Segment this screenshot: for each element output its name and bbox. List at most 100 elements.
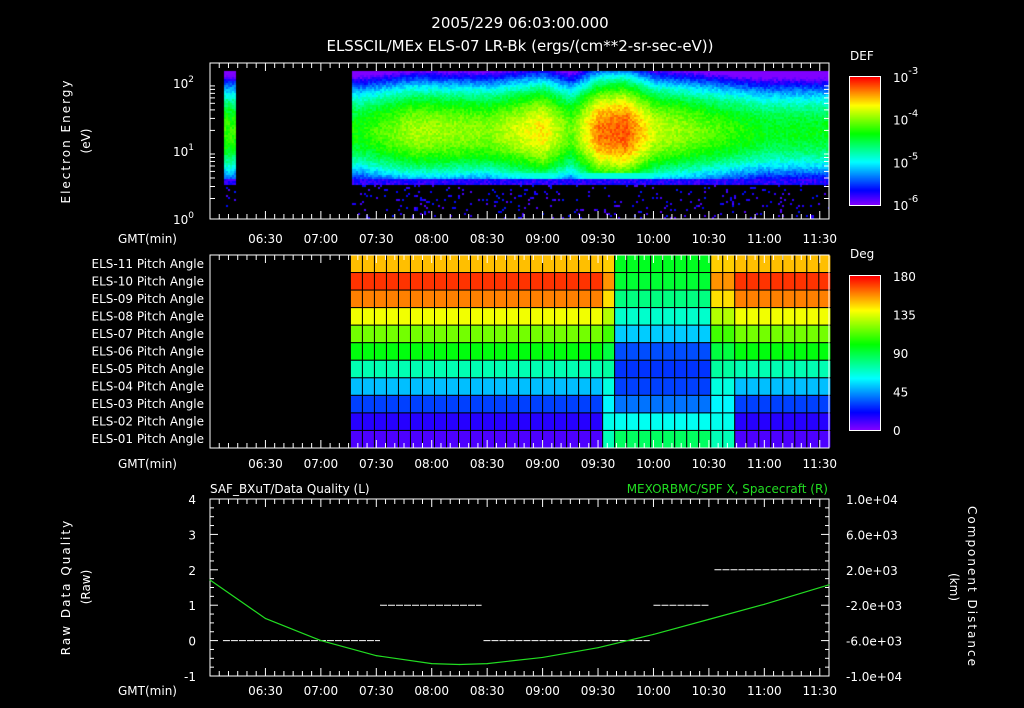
- pitch-angle-cell: [590, 324, 604, 344]
- pitch-angle-cell: [578, 412, 592, 431]
- pitch-angle-cell: [542, 359, 556, 379]
- pitch-angle-cell: [506, 342, 520, 361]
- pitch-angle-cell: [482, 377, 496, 396]
- pitch-angle-cell: [722, 429, 736, 449]
- left-series-title: SAF_BXuT/Data Quality (L): [210, 482, 370, 496]
- pitch-colorbar-title: Deg: [850, 247, 874, 261]
- pitch-angle-cell: [434, 307, 448, 326]
- pitch-angle-cell: [446, 342, 460, 361]
- pitch-angle-cell: [650, 272, 664, 291]
- pitch-angle-cell: [470, 359, 484, 379]
- pitch-angle-cell: [458, 289, 472, 309]
- pitch-angle-cell: [734, 272, 748, 291]
- pitch-angle-cell: [385, 359, 399, 379]
- pitch-angle-cell: [542, 394, 556, 414]
- pitch-angle-cell: [794, 359, 808, 379]
- pitch-angle-cell: [626, 377, 640, 396]
- pitch-angle-cell: [794, 324, 808, 344]
- pitch-angle-cell: [794, 289, 808, 309]
- pitch-row-label: ELS-05 Pitch Angle: [92, 362, 204, 376]
- pitch-angle-cell: [698, 359, 712, 379]
- pitch-angle-cell: [361, 412, 375, 431]
- pitch-angle-cell: [421, 307, 436, 326]
- pitch-angle-cell: [446, 377, 460, 396]
- time-tick-label: 09:30: [581, 232, 616, 246]
- pitch-angle-cell: [506, 412, 520, 431]
- position-point: [828, 584, 830, 586]
- left-tick-label: 4: [188, 493, 196, 507]
- pitch-angle-cell: [434, 342, 448, 361]
- pitch-angle-cell: [590, 272, 604, 291]
- pitch-angle-cell: [662, 377, 676, 396]
- pitch-angle-cell: [602, 377, 616, 396]
- position-point: [375, 655, 377, 657]
- pitch-angle-cell: [470, 272, 484, 291]
- time-tick-label: 11:30: [802, 684, 837, 698]
- time-tick-label: 07:00: [304, 232, 339, 246]
- pitch-angle-cell: [458, 377, 472, 396]
- pitch-angle-cell: [530, 359, 544, 379]
- pitch-angle-cell: [446, 289, 460, 309]
- pitch-angle-cell: [710, 359, 724, 379]
- pitch-angle-cell: [446, 412, 460, 431]
- pitch-angle-cell: [361, 429, 375, 449]
- pitch-angle-cell: [590, 307, 604, 326]
- pitch-angle-cell: [674, 324, 688, 344]
- pitch-angle-cell: [482, 412, 496, 431]
- pitch-angle-cell: [554, 412, 568, 431]
- pitch-angle-cell: [710, 394, 724, 414]
- pitch-colorbar-tick: 180: [893, 270, 916, 284]
- pitch-angle-cell: [421, 429, 436, 449]
- pitch-angle-cell: [409, 377, 423, 396]
- pitch-angle-cell: [566, 412, 580, 431]
- pitch-angle-cell: [506, 377, 520, 396]
- pitch-angle-cell: [385, 412, 399, 431]
- time-tick-label: 07:30: [359, 457, 394, 471]
- pitch-angle-cell: [638, 394, 652, 414]
- pitch-angle-cell: [590, 342, 604, 361]
- pitch-angle-cell: [566, 359, 580, 379]
- pitch-angle-cell: [614, 289, 628, 309]
- time-tick-label: 08:00: [414, 457, 449, 471]
- pitch-angle-cell: [518, 272, 532, 291]
- pitch-angle-cell: [686, 429, 700, 449]
- pitch-angle-cell: [650, 394, 664, 414]
- pitch-angle-cell: [566, 289, 580, 309]
- pitch-angle-cell: [710, 342, 724, 361]
- time-tick-label: 11:00: [747, 684, 782, 698]
- pitch-angle-cell: [662, 359, 676, 379]
- pitch-angle-cell: [662, 272, 676, 291]
- pitch-angle-cell: [770, 359, 784, 379]
- pitch-angle-cell: [421, 342, 436, 361]
- pitch-row-label: ELS-09 Pitch Angle: [92, 292, 204, 306]
- pitch-angle-cell: [758, 307, 772, 326]
- pitch-angle-cell: [421, 324, 436, 344]
- pitch-angle-cell: [578, 324, 592, 344]
- pitch-angle-cell: [397, 394, 411, 414]
- pitch-angle-cell: [470, 307, 484, 326]
- pitch-angle-cell: [530, 272, 544, 291]
- pitch-angle-cell: [542, 254, 556, 274]
- pitch-angle-cell: [590, 429, 604, 449]
- pitch-angle-cell: [782, 289, 796, 309]
- pitch-angle-cell: [698, 377, 712, 396]
- pitch-angle-cell: [554, 272, 568, 291]
- pitch-angle-cell: [782, 429, 796, 449]
- pitch-angle-cell: [385, 272, 399, 291]
- pitch-angle-cell: [650, 289, 664, 309]
- pitch-angle-cell: [794, 394, 808, 414]
- pitch-angle-cell: [349, 272, 363, 291]
- pitch-angle-cell: [397, 359, 411, 379]
- time-tick-label: 06:30: [248, 684, 283, 698]
- time-tick-label: 11:00: [747, 457, 782, 471]
- pitch-angle-cell: [650, 307, 664, 326]
- pitch-angle-cell: [494, 324, 508, 344]
- time-tick-label: 11:30: [802, 457, 837, 471]
- pitch-angle-cell: [806, 254, 820, 274]
- pitch-angle-cell: [638, 342, 652, 361]
- pitch-angle-cell: [590, 394, 604, 414]
- pitch-angle-cell: [674, 377, 688, 396]
- pitch-angle-cell: [806, 429, 820, 449]
- right-tick-label: 2.0e+03: [846, 564, 898, 578]
- pitch-angle-cell: [385, 289, 399, 309]
